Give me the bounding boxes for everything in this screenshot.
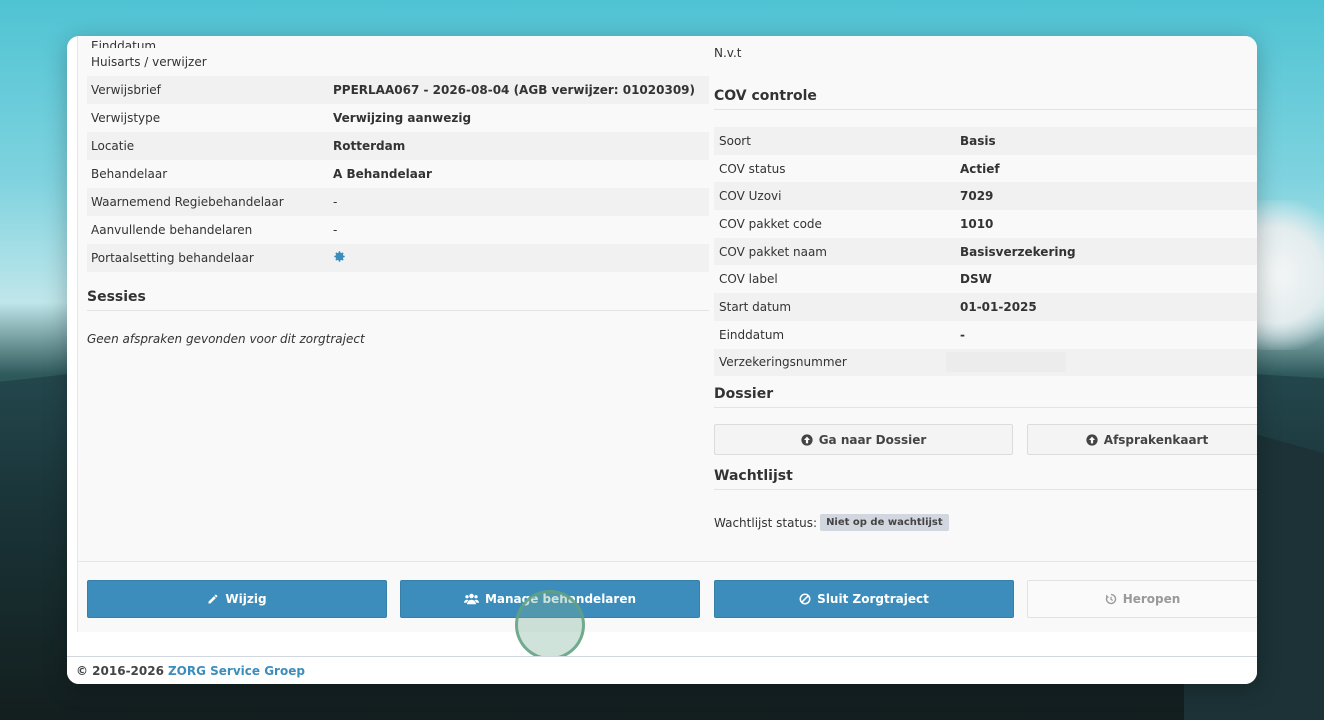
users-icon — [463, 593, 479, 605]
go-to-dossier-button[interactable]: Ga naar Dossier — [714, 424, 1013, 456]
cov-table: Soort Basis COV status Actief COV Uzovi … — [714, 127, 1257, 377]
detail-key: Waarnemend Regiebehandelaar — [91, 195, 284, 209]
detail-row-aanvullend: Aanvullende behandelaren - — [87, 216, 709, 244]
wachtlijst-title: Wachtlijst — [714, 468, 1257, 491]
cov-value: DSW — [960, 272, 992, 287]
cov-key: Soort — [719, 133, 751, 148]
dossier-buttons: Ga naar Dossier Afsprakenkaart — [714, 424, 1257, 464]
detail-row-verwijstype: Verwijstype Verwijzing aanwezig — [87, 104, 709, 132]
detail-key: Locatie — [91, 139, 135, 153]
cov-value: 01-01-2025 — [960, 299, 1037, 314]
detail-key: Behandelaar — [91, 167, 168, 181]
footer: © 2016-2026 ZORG Service Groep — [67, 656, 1257, 684]
wachtlijst-status: Wachtlijst status: Niet op de wachtlijst — [714, 514, 1257, 532]
cov-row: Soort Basis — [714, 127, 1257, 155]
cov-row: COV status Actief — [714, 155, 1257, 183]
appointment-card-button[interactable]: Afsprakenkaart — [1027, 424, 1257, 456]
cov-key: Einddatum — [719, 327, 785, 342]
cov-row: COV label DSW — [714, 265, 1257, 293]
cov-key: COV pakket code — [719, 216, 822, 231]
info-column: N.v.t COV controle Soort Basis COV statu… — [714, 36, 1257, 532]
cov-row: Verzekeringsnummer — [714, 348, 1257, 377]
cov-row: COV pakket naam Basisverzekering — [714, 237, 1257, 266]
detail-key: Einddatum — [91, 39, 157, 48]
detail-row-behandelaar: Behandelaar A Behandelaar — [87, 160, 709, 188]
cov-value: 1010 — [960, 216, 994, 231]
cov-key: COV Uzovi — [719, 189, 782, 204]
edit-button[interactable]: Wijzig — [87, 580, 387, 618]
cov-value: 7029 — [960, 189, 994, 204]
detail-key: Portaalsetting behandelaar — [91, 251, 254, 265]
zorgtraject-card: Einddatum Huisarts / verwijzer Verwijsbr… — [77, 36, 1257, 632]
cov-row: Einddatum - — [714, 321, 1257, 349]
detail-value: A Behandelaar — [333, 167, 432, 181]
app-window: Einddatum Huisarts / verwijzer Verwijsbr… — [67, 36, 1257, 684]
cov-value: - — [960, 327, 965, 342]
close-label: Sluit Zorgtraject — [817, 592, 929, 606]
cov-title: COV controle — [714, 88, 1257, 110]
close-zorgtraject-button[interactable]: Sluit Zorgtraject — [714, 580, 1014, 618]
detail-row-portaalsetting: Portaalsetting behandelaar — [87, 244, 709, 272]
detail-key: Verwijsbrief — [91, 83, 161, 97]
pencil-icon — [207, 593, 219, 605]
cov-key: Verzekeringsnummer — [719, 355, 847, 370]
actions-divider — [78, 561, 1257, 562]
wachtlijst-status-label: Wachtlijst status: — [714, 515, 818, 530]
click-indicator — [515, 590, 585, 660]
insurance-number-field — [946, 352, 1066, 373]
arrow-circle-up-icon — [801, 434, 813, 446]
detail-value: - — [333, 195, 338, 209]
go-to-dossier-label: Ga naar Dossier — [818, 432, 927, 447]
cov-value: Basis — [960, 133, 996, 148]
detail-row-waarnemend: Waarnemend Regiebehandelaar - — [87, 188, 709, 216]
nvt-value: N.v.t — [714, 46, 742, 60]
details-column: Einddatum Huisarts / verwijzer Verwijsbr… — [87, 36, 709, 346]
cov-row: COV pakket code 1010 — [714, 210, 1257, 238]
detail-row-locatie: Locatie Rotterdam — [87, 132, 709, 160]
detail-row-huisarts: Huisarts / verwijzer — [87, 48, 709, 76]
cov-key: COV pakket naam — [719, 244, 827, 259]
cov-key: COV status — [719, 161, 786, 176]
cov-row: Start datum 01-01-2025 — [714, 293, 1257, 321]
cov-value: Basisverzekering — [960, 244, 1076, 259]
sessies-title: Sessies — [87, 289, 709, 311]
reopen-button[interactable]: Heropen — [1027, 580, 1257, 618]
cov-row: COV Uzovi 7029 — [714, 182, 1257, 211]
detail-value: PPERLAA067 - 2026-08-04 (AGB verwijzer: … — [333, 83, 696, 97]
cov-key: COV label — [719, 272, 778, 287]
detail-row-verwijsbrief: Verwijsbrief PPERLAA067 - 2026-08-04 (AG… — [87, 76, 709, 104]
appointment-card-label: Afsprakenkaart — [1103, 432, 1209, 447]
ban-icon — [799, 593, 811, 605]
detail-value: Rotterdam — [333, 139, 406, 153]
detail-key: Aanvullende behandelaren — [91, 223, 253, 237]
cov-key: Start datum — [719, 299, 792, 314]
status-badge: Niet op de wachtlijst — [820, 514, 949, 532]
detail-row-cut: Einddatum — [87, 36, 709, 48]
sessies-empty-text: Geen afspraken gevonden voor dit zorgtra… — [87, 332, 365, 346]
detail-value — [333, 250, 709, 266]
arrow-circle-up-icon — [1086, 434, 1098, 446]
detail-value: Verwijzing aanwezig — [333, 111, 472, 125]
gear-icon[interactable] — [333, 250, 346, 263]
footer-company-link[interactable]: ZORG Service Groep — [168, 664, 305, 678]
edit-label: Wijzig — [225, 592, 267, 606]
cov-value: Actief — [960, 161, 1000, 176]
detail-key: Huisarts / verwijzer — [91, 55, 207, 69]
footer-copyright: © 2016-2026 — [76, 663, 164, 678]
detail-key: Verwijstype — [91, 111, 161, 125]
reopen-label: Heropen — [1122, 592, 1181, 606]
history-icon — [1105, 593, 1117, 605]
dossier-title: Dossier — [714, 386, 1257, 409]
detail-value: - — [333, 223, 338, 237]
